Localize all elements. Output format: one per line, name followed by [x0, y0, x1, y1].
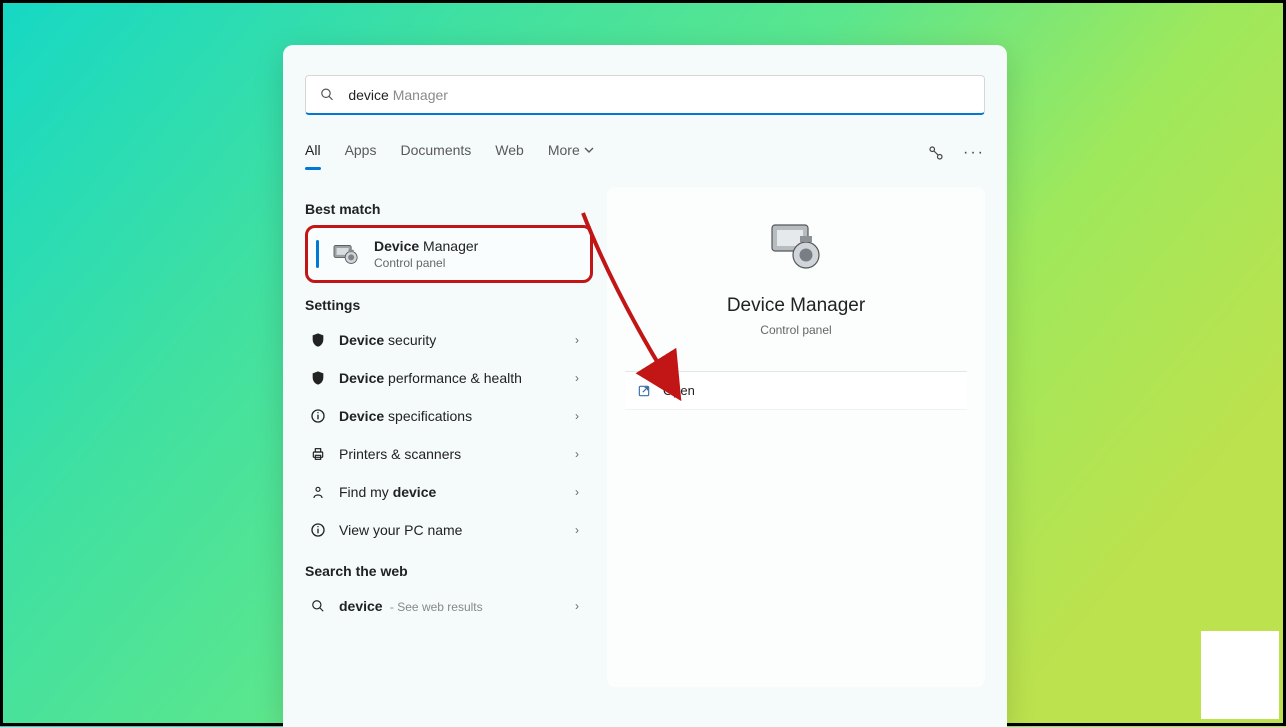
chevron-right-icon: › — [575, 485, 579, 499]
settings-item-device-security[interactable]: Device security › — [305, 321, 593, 359]
settings-item-device-specs[interactable]: Device specifications › — [305, 397, 593, 435]
search-content: Best match Device Manager Control panel … — [283, 187, 1007, 727]
search-typed-text: device — [348, 87, 388, 103]
search-bar[interactable]: device Manager — [305, 75, 985, 115]
chevron-right-icon: › — [575, 409, 579, 423]
web-item-device[interactable]: device - See web results › — [305, 587, 593, 625]
device-manager-large-icon — [766, 219, 826, 273]
best-match-heading: Best match — [305, 201, 593, 217]
chevron-right-icon: › — [575, 371, 579, 385]
tab-more[interactable]: More — [548, 142, 594, 164]
printer-icon — [310, 446, 326, 462]
tab-apps[interactable]: Apps — [345, 142, 377, 164]
settings-item-device-performance[interactable]: Device performance & health › — [305, 359, 593, 397]
best-match-title: Device Manager — [374, 238, 478, 254]
tab-all[interactable]: All — [305, 142, 321, 164]
result-label: Device security — [339, 332, 575, 348]
findmy-icon — [310, 484, 326, 500]
chevron-right-icon: › — [575, 333, 579, 347]
results-column: Best match Device Manager Control panel … — [283, 187, 593, 727]
result-label: Find my device — [339, 484, 575, 500]
result-label: device - See web results — [339, 598, 575, 614]
more-options-icon[interactable]: ··· — [963, 144, 985, 162]
tab-web[interactable]: Web — [495, 142, 524, 164]
shield-icon — [310, 370, 326, 386]
chevron-right-icon: › — [575, 447, 579, 461]
open-external-icon — [637, 384, 651, 398]
shield-icon — [310, 332, 326, 348]
best-match-result[interactable]: Device Manager Control panel — [305, 225, 593, 283]
network-icon[interactable] — [927, 144, 945, 162]
search-icon — [311, 599, 325, 613]
tab-more-label: More — [548, 142, 580, 158]
best-match-subtitle: Control panel — [374, 256, 478, 270]
settings-item-printers[interactable]: Printers & scanners › — [305, 435, 593, 473]
result-label: View your PC name — [339, 522, 575, 538]
settings-item-find-my-device[interactable]: Find my device › — [305, 473, 593, 511]
result-label: Device specifications — [339, 408, 575, 424]
settings-heading: Settings — [305, 297, 593, 313]
chevron-right-icon: › — [575, 599, 579, 613]
result-label: Printers & scanners — [339, 446, 575, 462]
search-input[interactable]: device Manager — [348, 87, 970, 103]
search-icon — [320, 87, 334, 102]
preview-subtitle: Control panel — [625, 323, 967, 337]
settings-item-pc-name[interactable]: View your PC name › — [305, 511, 593, 549]
preview-title: Device Manager — [625, 295, 967, 317]
open-label: Open — [663, 383, 695, 398]
chevron-right-icon: › — [575, 523, 579, 537]
chevron-down-icon — [584, 145, 594, 155]
device-manager-icon — [332, 242, 360, 266]
search-tabs: All Apps Documents Web More ··· — [305, 133, 985, 173]
tab-documents[interactable]: Documents — [400, 142, 471, 164]
web-heading: Search the web — [305, 563, 593, 579]
preview-card: Device Manager Control panel Open — [607, 187, 985, 687]
search-suggestion-text: Manager — [389, 87, 448, 103]
windows-search-panel: device Manager All Apps Documents Web Mo… — [283, 45, 1007, 727]
result-label: Device performance & health — [339, 370, 575, 386]
preview-column: Device Manager Control panel Open — [593, 187, 1007, 727]
corner-overlay — [1201, 631, 1279, 719]
info-icon — [310, 522, 326, 538]
open-action[interactable]: Open — [625, 372, 967, 410]
info-icon — [310, 408, 326, 424]
